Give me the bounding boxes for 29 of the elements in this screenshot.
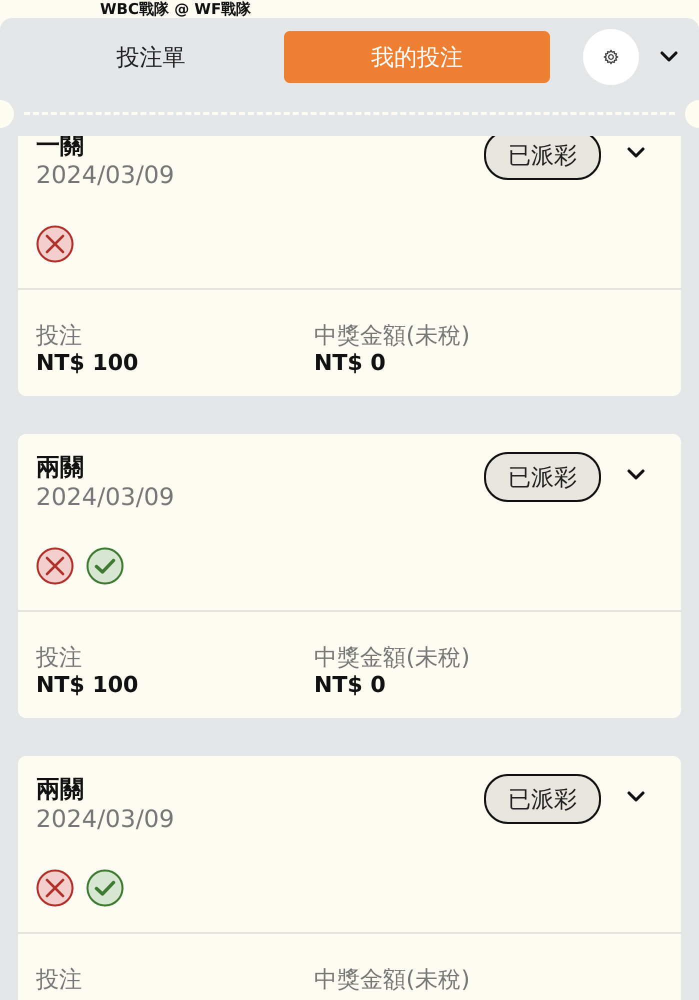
payout-amount: NT$ 0 [314,350,387,378]
payout-label: 中獎金額(未稅) [314,966,471,994]
match-title: WBC戰隊 @ WF戰隊 [100,0,252,18]
chevron-down-icon[interactable] [627,469,645,481]
bet-type: 兩關 [36,774,85,804]
cross-circle-icon [36,869,74,907]
bet-date: 2024/03/09 [36,160,174,190]
stake-label: 投注 [36,644,83,672]
stake-label: 投注 [36,966,83,994]
status-badge: 已派彩 [484,452,601,502]
settings-icon [603,49,619,65]
check-circle-icon [86,869,124,907]
stake-label: 投注 [36,322,83,350]
chevron-down-icon[interactable] [627,791,645,803]
stake-amount: NT$ 100 [36,672,140,700]
chevron-down-icon[interactable] [660,51,678,63]
cross-circle-icon [36,225,74,263]
check-circle-icon [86,547,124,585]
payout-amount: NT$ 0 [314,672,387,700]
payout-label: 中獎金額(未稅) [314,322,471,350]
bet-date: 2024/03/09 [36,482,174,512]
status-badge: 已派彩 [484,774,601,824]
tab[interactable]: 投注單 [18,31,284,83]
bet-type: 兩關 [36,452,85,482]
cross-circle-icon [36,547,74,585]
payout-label: 中獎金額(未稅) [314,644,471,672]
chevron-down-icon[interactable] [627,147,645,159]
stake-amount: NT$ 100 [36,350,140,378]
bet-date: 2024/03/09 [36,804,174,834]
